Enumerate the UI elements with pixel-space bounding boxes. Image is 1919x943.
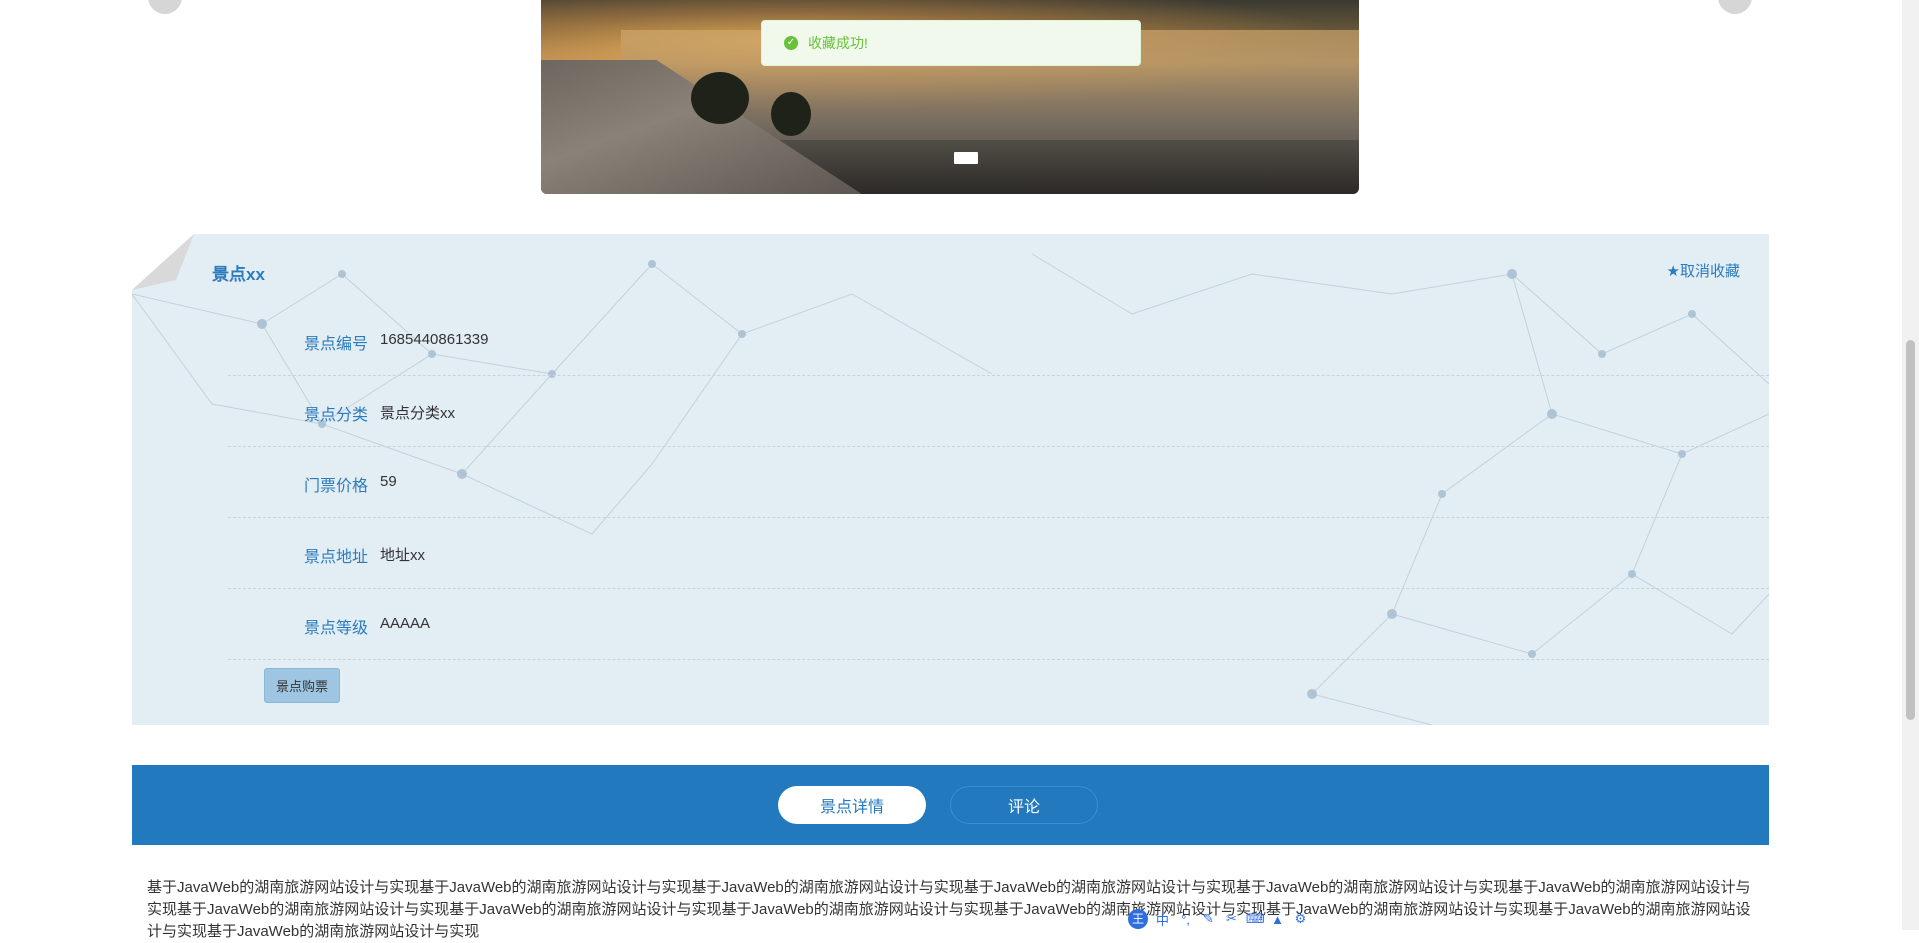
toast-message: 收藏成功!	[808, 35, 868, 51]
skin-icon[interactable]: ▲	[1269, 912, 1286, 927]
field-row-address: 景点地址 地址xx	[228, 518, 1769, 589]
field-label: 景点编号	[303, 336, 368, 353]
field-value: 59	[380, 473, 397, 490]
field-value: 地址xx	[380, 547, 426, 564]
carousel-image-tree	[691, 72, 749, 124]
tab-comments[interactable]: 评论	[950, 786, 1098, 824]
spot-title: 景点xx	[212, 265, 265, 284]
page-curl-corner	[132, 234, 194, 290]
unfavorite-button[interactable]: ★取消收藏	[1667, 260, 1740, 281]
unfavorite-label: 取消收藏	[1679, 263, 1740, 280]
field-row-ticket-price: 门票价格 59	[228, 447, 1769, 518]
success-toast: ✓ 收藏成功!	[761, 20, 1141, 66]
carousel-indicator-active[interactable]	[954, 152, 978, 164]
punctuation-icon[interactable]: °,	[1177, 912, 1194, 927]
keyboard-icon[interactable]: ⌨	[1246, 911, 1265, 927]
scissors-icon[interactable]: ✂	[1223, 911, 1240, 927]
field-row-category: 景点分类 景点分类xx	[228, 376, 1769, 447]
buy-ticket-button[interactable]: 景点购票	[264, 668, 340, 703]
tab-spot-details[interactable]: 景点详情	[778, 786, 926, 824]
carousel-prev-arrow[interactable]	[148, 0, 182, 14]
scrollbar-thumb[interactable]	[1906, 340, 1915, 720]
gear-icon[interactable]: ⚙	[1292, 911, 1309, 927]
ime-mode-toggle[interactable]: 中	[1154, 910, 1171, 929]
ime-logo-icon[interactable]: 王	[1128, 909, 1148, 929]
spot-description: 基于JavaWeb的湖南旅游网站设计与实现基于JavaWeb的湖南旅游网站设计与…	[147, 879, 1751, 940]
carousel-next-arrow[interactable]	[1718, 0, 1752, 14]
field-value: 景点分类xx	[380, 405, 456, 422]
field-row-level: 景点等级 AAAAA	[228, 589, 1769, 660]
detail-tabs-bar: 景点详情 评论	[132, 765, 1769, 845]
field-label: 景点等级	[303, 620, 368, 637]
spot-detail-panel: 景点xx ★取消收藏 景点编号 1685440861339 景点分类 景点分类x…	[132, 234, 1769, 725]
field-label: 景点地址	[303, 549, 368, 566]
field-row-spot-id: 景点编号 1685440861339	[228, 305, 1769, 376]
star-icon: ★	[1666, 263, 1680, 280]
field-label: 景点分类	[303, 407, 368, 424]
ime-toolbar[interactable]: 王 中 °, ✎ ✂ ⌨ ▲ ⚙	[1128, 908, 1309, 930]
field-value: 1685440861339	[380, 331, 489, 348]
carousel-image-tree	[771, 92, 811, 136]
field-label: 门票价格	[303, 478, 368, 495]
pen-icon[interactable]: ✎	[1200, 911, 1217, 927]
check-circle-icon: ✓	[784, 36, 798, 50]
field-value: AAAAA	[380, 615, 431, 632]
page-scrollbar[interactable]	[1902, 0, 1919, 930]
